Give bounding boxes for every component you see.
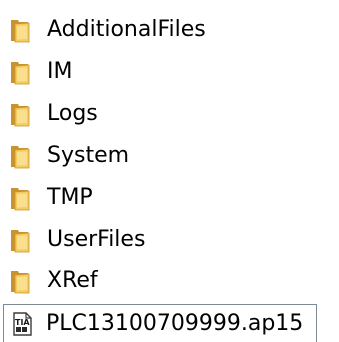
folder-item-userfiles[interactable]: UserFiles (8, 222, 145, 258)
item-label: System (47, 143, 130, 168)
folder-item-logs[interactable]: Logs (8, 96, 98, 132)
file-list: AdditionalFiles IM Logs System TMP UserF… (0, 0, 339, 342)
folder-item-tmp[interactable]: TMP (8, 180, 93, 216)
folder-icon (8, 143, 32, 169)
folder-item-system[interactable]: System (8, 138, 129, 174)
item-label: PLC13100709999.ap15 (46, 311, 304, 336)
file-item-project[interactable]: TIA PLC13100709999.ap15 (3, 304, 317, 342)
folder-icon (8, 17, 32, 43)
folder-item-im[interactable]: IM (8, 54, 72, 90)
item-label: XRef (47, 268, 98, 293)
folder-icon (8, 185, 32, 211)
folder-icon (8, 268, 32, 294)
folder-item-additionalfiles[interactable]: AdditionalFiles (8, 12, 206, 48)
item-label: Logs (47, 101, 98, 126)
item-label: UserFiles (47, 227, 146, 252)
project-file-icon: TIA (10, 311, 34, 337)
item-label: AdditionalFiles (47, 17, 206, 42)
folder-icon (8, 227, 32, 253)
folder-icon (8, 59, 32, 85)
folder-icon (8, 101, 32, 127)
svg-text:TIA: TIA (15, 318, 30, 327)
folder-item-xref[interactable]: XRef (8, 263, 98, 299)
item-label: IM (47, 59, 73, 84)
item-label: TMP (47, 185, 93, 210)
